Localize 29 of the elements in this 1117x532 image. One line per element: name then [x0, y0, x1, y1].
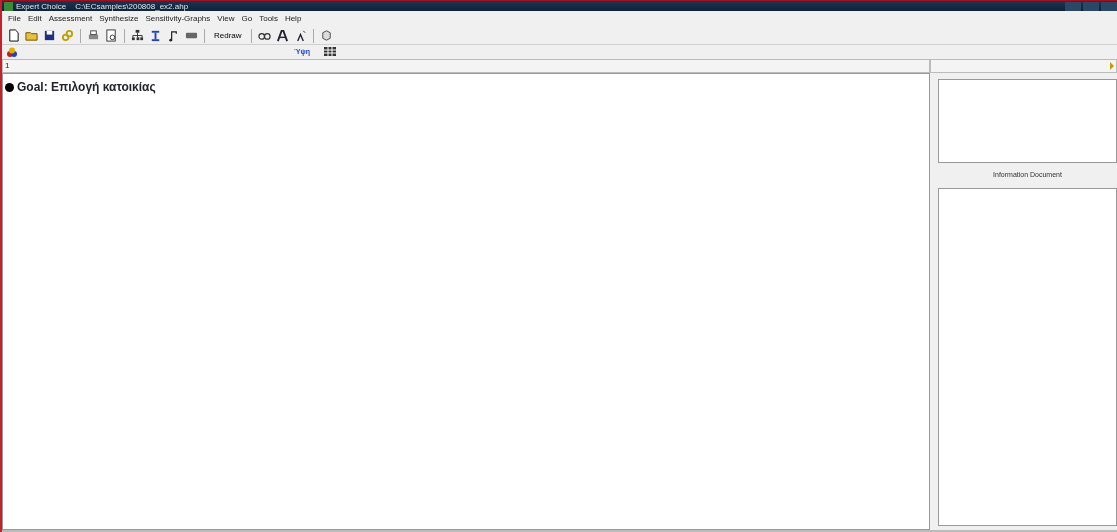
menu-item[interactable]: Help — [284, 13, 302, 25]
tree-header: 1 — [2, 59, 930, 73]
menu-item[interactable]: Go — [241, 13, 253, 25]
menu-item[interactable]: Sensitivity-Graphs — [145, 13, 211, 25]
hierarchy-icon — [131, 29, 144, 42]
node-dot — [5, 82, 14, 92]
menu-item[interactable]: Synthesize — [99, 13, 139, 25]
menu-item[interactable]: File — [8, 13, 21, 25]
chain-icon — [61, 29, 74, 42]
printer-icon — [87, 29, 100, 42]
folder-icon — [25, 29, 38, 42]
redraw-button[interactable]: Redraw — [210, 28, 246, 43]
colors-icon — [6, 46, 18, 58]
menu-item[interactable]: View — [217, 13, 235, 25]
menu-item[interactable]: Assessment — [48, 13, 93, 25]
floppy-icon — [43, 29, 56, 42]
toolbar-button[interactable] — [104, 28, 119, 43]
menu-item[interactable]: Tools — [259, 13, 278, 25]
app-icon — [4, 1, 13, 11]
menu-item[interactable]: Edit — [27, 13, 42, 25]
toolbar-button[interactable] — [42, 28, 57, 43]
window-title: Expert Choice C:\ECsamples\200808_ex2.ahp — [16, 0, 189, 12]
music-note-icon — [167, 29, 180, 42]
toolbar-button[interactable] — [6, 28, 21, 43]
toolbar-button[interactable] — [130, 28, 145, 43]
goal-node[interactable]: Goal: Επιλογή κατοικίας — [17, 78, 156, 96]
page-icon — [7, 29, 20, 42]
preview-icon — [105, 29, 118, 42]
grid-icon[interactable] — [324, 46, 337, 58]
